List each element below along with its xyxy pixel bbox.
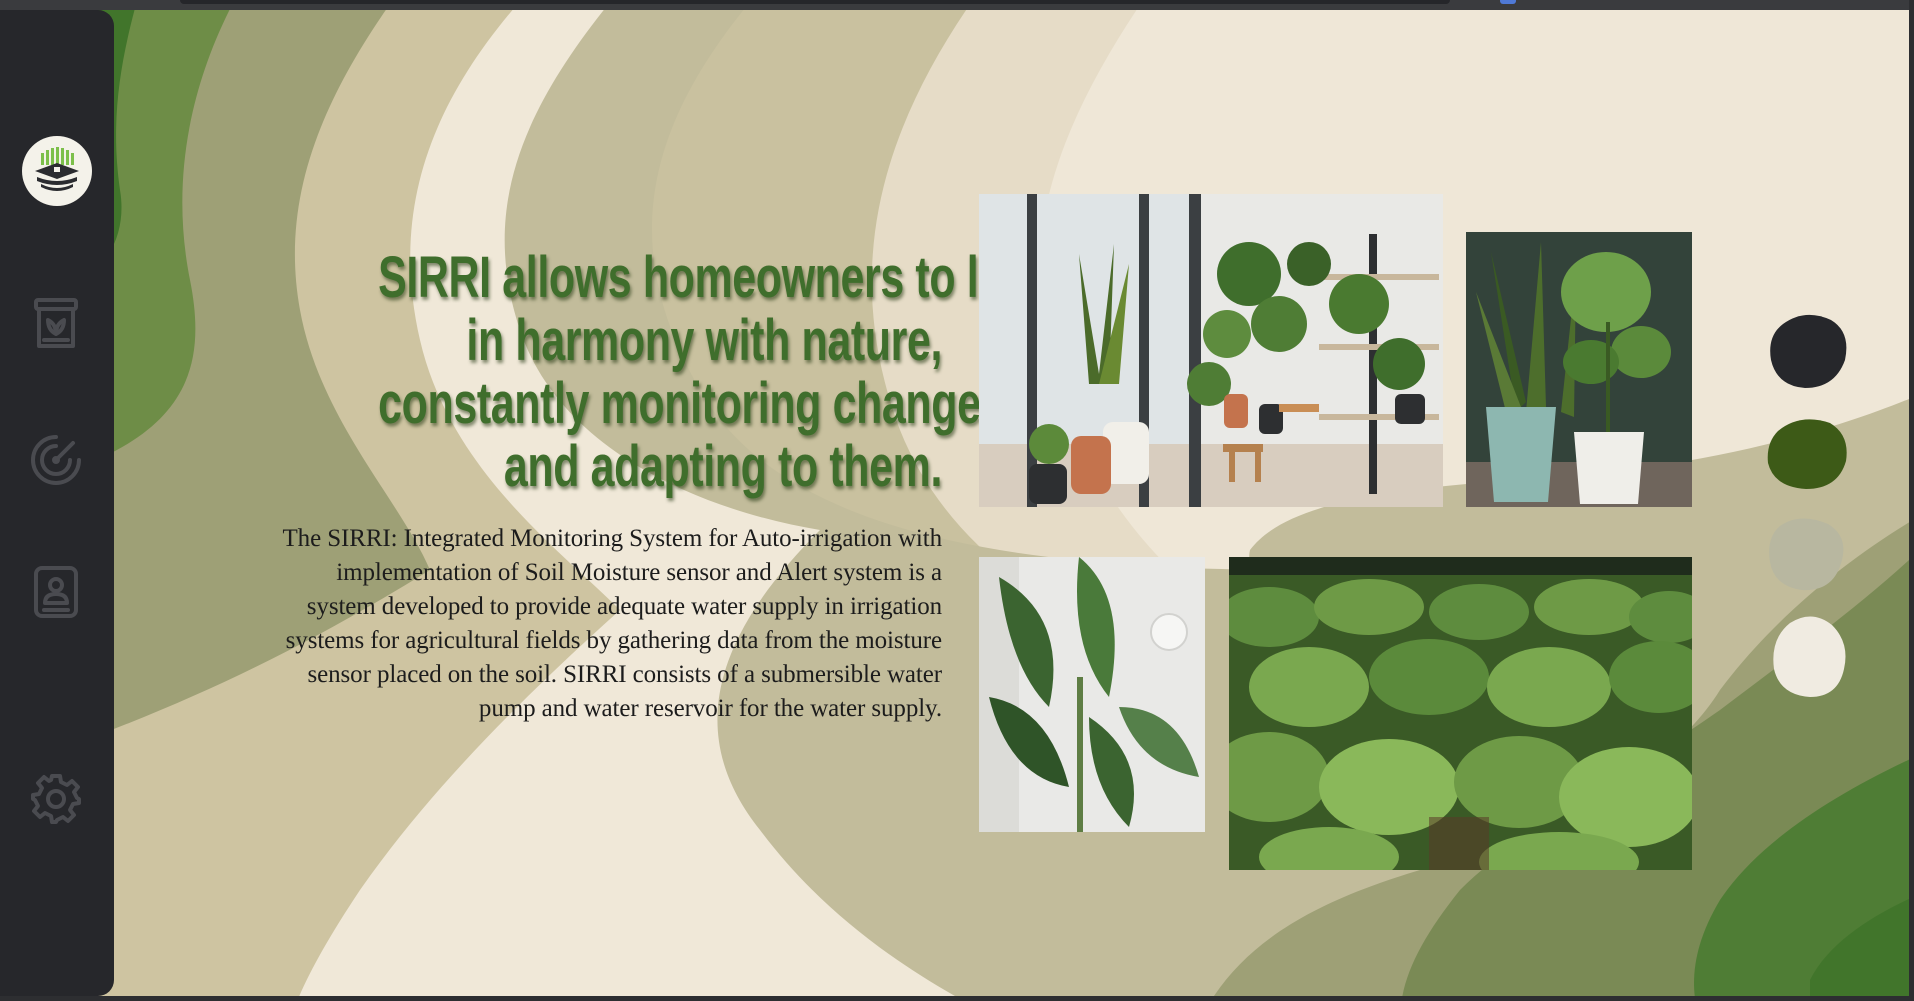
hero-description: The SIRRI: Integrated Monitoring System … xyxy=(282,525,943,722)
hero-headline-line: SIRRI allows homeowners to live xyxy=(378,245,1037,310)
palette-swatch-charcoal xyxy=(1770,314,1847,388)
sidebar xyxy=(0,10,114,996)
potted-plants-photo xyxy=(1466,232,1692,507)
palette-swatch-cream xyxy=(1773,616,1846,697)
browser-top-bar xyxy=(0,0,1914,10)
browser-tab-strip xyxy=(180,0,1450,4)
sidebar-item-profile[interactable] xyxy=(27,563,85,621)
palette-swatch-dark-green xyxy=(1767,419,1847,489)
plant-pot-icon xyxy=(34,298,78,348)
sidebar-item-plants[interactable] xyxy=(27,295,85,353)
sirri-logo[interactable] xyxy=(22,136,92,206)
tobacco-field-photo xyxy=(1229,557,1692,870)
profile-card-icon xyxy=(34,566,78,618)
hero-headline-line: and adapting to them. xyxy=(503,434,942,499)
gear-icon xyxy=(31,774,81,824)
window-edge-right xyxy=(1909,0,1914,1001)
banana-leaf-plant-photo xyxy=(979,557,1205,832)
sirri-logo-icon xyxy=(35,147,79,191)
hero-headline: SIRRI allows homeowners to live in harmo… xyxy=(378,245,1037,499)
sidebar-item-dashboard[interactable] xyxy=(27,431,85,489)
gauge-icon xyxy=(31,435,81,485)
browser-indicator xyxy=(1500,0,1516,4)
page-canvas: SIRRI allows homeowners to live in harmo… xyxy=(0,10,1909,996)
hero-headline-line: in harmony with nature, xyxy=(466,308,942,373)
window-edge-bottom xyxy=(0,996,1914,1001)
palette-swatch-sage xyxy=(1769,518,1844,591)
hero-headline-line: constantly monitoring changes xyxy=(378,371,1005,436)
sidebar-item-settings[interactable] xyxy=(27,770,85,828)
indoor-plants-room-photo xyxy=(979,194,1443,507)
